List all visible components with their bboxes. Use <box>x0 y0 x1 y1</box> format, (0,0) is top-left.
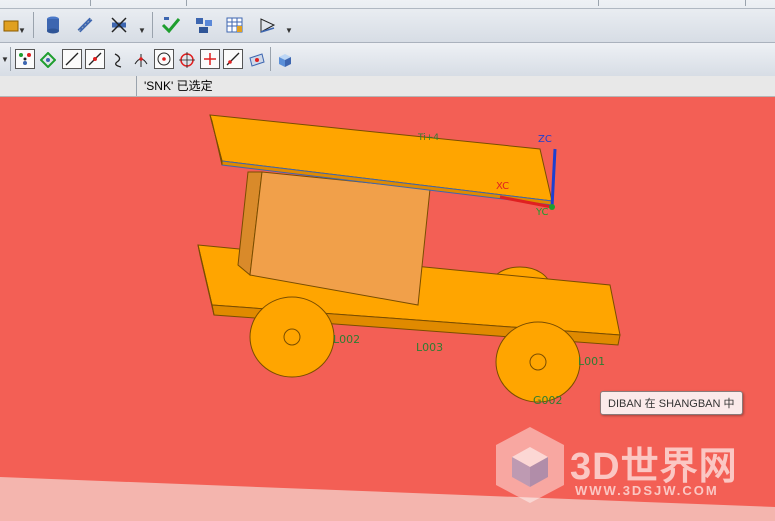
table-icon[interactable] <box>224 14 246 36</box>
wheel-hub <box>283 328 301 346</box>
status-bar: 'SNK' 已选定 <box>0 76 775 97</box>
point-icon[interactable] <box>200 49 220 69</box>
circle-center-icon[interactable] <box>154 49 174 69</box>
line-point-icon[interactable] <box>223 49 243 69</box>
zc-label: ZC <box>538 134 552 145</box>
component-label: L001 <box>578 355 606 368</box>
spring-icon[interactable] <box>74 14 96 36</box>
component-label: G002 <box>533 394 563 407</box>
toolbar-separator <box>90 0 91 6</box>
view-orient-icon[interactable] <box>256 14 278 36</box>
disable-view-icon[interactable] <box>108 14 130 36</box>
chevron-down-icon[interactable]: ▼ <box>285 26 293 35</box>
check-icon[interactable] <box>160 14 182 36</box>
watermark-logo <box>496 427 564 503</box>
curve-icon[interactable] <box>108 49 130 71</box>
component-label: L003 <box>416 341 444 354</box>
wcs-origin <box>549 204 555 210</box>
cube-icon[interactable] <box>274 49 296 71</box>
watermark-text: 3D世界网 <box>570 446 738 488</box>
snap-toolbar: ▼ <box>0 43 775 77</box>
snap-control-icon[interactable] <box>37 49 59 71</box>
chevron-down-icon[interactable]: ▼ <box>1 55 9 64</box>
graphics-viewport[interactable]: ZC XC YC Ti+4 L002 L003 L001 G002 DIBAN … <box>0 97 775 521</box>
selection-tooltip: DIBAN 在 SHANGBAN 中 <box>600 391 743 415</box>
line-icon[interactable] <box>62 49 82 69</box>
toolbar-separator <box>745 0 746 6</box>
quadrant-icon[interactable] <box>176 49 198 71</box>
wheel-hub <box>529 353 547 371</box>
component-label: Ti+4 <box>418 133 439 143</box>
midpoint-icon[interactable] <box>85 49 105 69</box>
status-message: 'SNK' 已选定 <box>144 79 213 93</box>
toolbar-separator <box>186 0 187 6</box>
yc-label: YC <box>536 207 549 218</box>
main-toolbar: ▼ ▼ ▼ <box>0 0 775 43</box>
chevron-down-icon[interactable]: ▼ <box>18 26 26 35</box>
database-icon[interactable] <box>42 14 64 36</box>
chevron-down-icon[interactable]: ▼ <box>138 26 146 35</box>
xc-label: XC <box>496 181 510 192</box>
watermark-url: WWW.3DSJW.COM <box>575 483 719 498</box>
intersection-icon[interactable] <box>130 49 152 71</box>
snap-endpoint-icon[interactable] <box>15 49 35 69</box>
toolbar-separator <box>598 0 599 6</box>
component-label: L002 <box>333 333 361 346</box>
face-icon[interactable] <box>246 49 268 71</box>
z-axis <box>550 148 557 208</box>
assembly-icon[interactable] <box>193 14 215 36</box>
